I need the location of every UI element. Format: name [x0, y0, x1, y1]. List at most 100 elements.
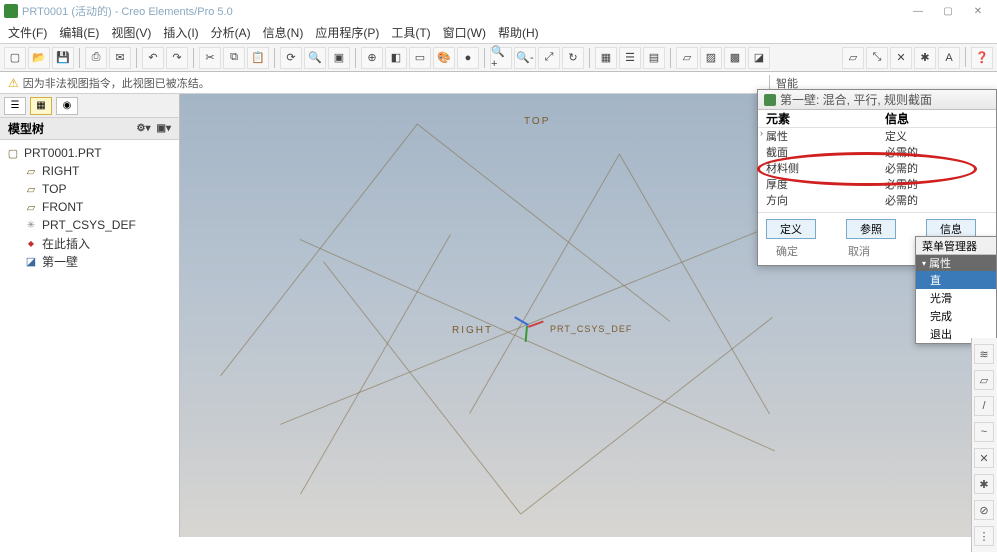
saved-view-button[interactable]: ▦ — [595, 47, 617, 69]
zoom-out-button[interactable]: 🔍- — [514, 47, 536, 69]
model-tree-panel: ☰ ▦ ◉ 模型树 ⚙▾ ▣▾ ▢PRT0001.PRT ▱RIGHT ▱TOP… — [0, 94, 180, 537]
tree-tab-1[interactable]: ☰ — [4, 97, 26, 115]
dialog-row-thickness[interactable]: 厚度必需的 — [758, 176, 996, 192]
print-button[interactable]: ⎙ — [85, 47, 107, 69]
regen-button[interactable]: ⟳ — [280, 47, 302, 69]
menu-app[interactable]: 应用程序(P) — [313, 24, 381, 41]
undo-button[interactable]: ↶ — [142, 47, 164, 69]
tree-header: 模型树 ⚙▾ ▣▾ — [0, 118, 179, 140]
model-tree[interactable]: ▢PRT0001.PRT ▱RIGHT ▱TOP ▱FRONT ✳PRT_CSY… — [0, 140, 179, 537]
titlebar: PRT0001 (活动的) - Creo Elements/Pro 5.0 — … — [0, 0, 997, 22]
refit-button[interactable]: ⤢ — [538, 47, 560, 69]
menu-tools[interactable]: 工具(T) — [389, 24, 432, 41]
menu-analysis[interactable]: 分析(A) — [209, 24, 253, 41]
mail-button[interactable]: ✉ — [109, 47, 131, 69]
dialog-titlebar[interactable]: 第一壁: 混合, 平行, 规则截面 — [758, 90, 996, 110]
copy-button[interactable]: ⧉ — [223, 47, 245, 69]
dialog-row-section[interactable]: 截面必需的 — [758, 144, 996, 160]
menu-item-straight[interactable]: 直 — [916, 271, 996, 289]
maximize-button[interactable]: ▢ — [933, 1, 963, 21]
side-tool-1[interactable]: ▱ — [974, 370, 994, 390]
top-plane-label: TOP — [524, 116, 550, 127]
menu-view[interactable]: 视图(V) — [109, 24, 153, 41]
dialog-row-matside[interactable]: 材料侧必需的 — [758, 160, 996, 176]
dialog-row-attr[interactable]: ›属性定义 — [758, 128, 996, 144]
annotate-button[interactable]: A — [938, 47, 960, 69]
ok-label: 确定 — [766, 243, 808, 259]
help-button[interactable]: ❓ — [971, 47, 993, 69]
appearance-button[interactable]: 🎨 — [433, 47, 455, 69]
datum-plane-button[interactable]: ▱ — [842, 47, 864, 69]
datum-csys-button[interactable]: ✱ — [914, 47, 936, 69]
menu-info[interactable]: 信息(N) — [261, 24, 306, 41]
side-tool-6[interactable]: ⊘ — [974, 500, 994, 520]
menu-file[interactable]: 文件(F) — [6, 24, 49, 41]
tree-node-insert[interactable]: ◆在此插入 — [6, 234, 173, 252]
zoom-in-button[interactable]: 🔍+ — [490, 47, 512, 69]
tree-settings-icon[interactable]: ⚙▾ — [137, 123, 151, 134]
side-tool-4[interactable]: ✕ — [974, 448, 994, 468]
warning-icon: ⚠ — [8, 76, 19, 90]
toolbar: ▢ 📂 💾 ⎙ ✉ ↶ ↷ ✂ ⧉ 📋 ⟳ 🔍 ▣ ⊕ ◧ ▭ 🎨 ● 🔍+ 🔍… — [0, 44, 997, 72]
orient-button[interactable]: ◧ — [385, 47, 407, 69]
menu-window[interactable]: 窗口(W) — [441, 24, 488, 41]
tree-tab-2[interactable]: ▦ — [30, 97, 52, 115]
side-tool-7[interactable]: ⋮ — [974, 526, 994, 546]
define-button[interactable]: 定义 — [766, 219, 816, 239]
dialog-icon — [764, 94, 776, 106]
wireframe-button[interactable]: ▱ — [676, 47, 698, 69]
view-button[interactable]: ▭ — [409, 47, 431, 69]
datum-axis-button[interactable]: ⤡ — [866, 47, 888, 69]
side-tool-3[interactable]: ~ — [974, 422, 994, 442]
tree-node-right[interactable]: ▱RIGHT — [6, 162, 173, 180]
hidden-button[interactable]: ▨ — [700, 47, 722, 69]
datum-point-button[interactable]: ✕ — [890, 47, 912, 69]
right-plane-label: RIGHT — [452, 325, 493, 336]
menu-edit[interactable]: 编辑(E) — [57, 24, 101, 41]
message-text: 因为非法视图指令，此视图已被冻结。 — [23, 75, 210, 91]
save-button[interactable]: 💾 — [52, 47, 74, 69]
menu-manager-title[interactable]: 菜单管理器 — [916, 237, 996, 255]
new-button[interactable]: ▢ — [4, 47, 26, 69]
tree-title: 模型树 — [8, 120, 44, 137]
tree-tab-3[interactable]: ◉ — [56, 97, 78, 115]
reference-button[interactable]: 参照 — [846, 219, 896, 239]
side-tool-2[interactable]: / — [974, 396, 994, 416]
app-icon — [4, 4, 18, 18]
close-button[interactable]: ✕ — [963, 1, 993, 21]
tree-node-top[interactable]: ▱TOP — [6, 180, 173, 198]
reorient-button[interactable]: ↻ — [562, 47, 584, 69]
menu-insert[interactable]: 插入(I) — [161, 24, 200, 41]
shade-button[interactable]: ◪ — [748, 47, 770, 69]
minimize-button[interactable]: — — [903, 1, 933, 21]
menu-item-smooth[interactable]: 光滑 — [916, 289, 996, 307]
dialog-title: 第一壁: 混合, 平行, 规则截面 — [780, 91, 932, 108]
window-title: PRT0001 (活动的) - Creo Elements/Pro 5.0 — [22, 3, 233, 19]
menu-manager-section[interactable]: 属性 — [916, 255, 996, 271]
side-tool-0[interactable]: ≋ — [974, 344, 994, 364]
menu-help[interactable]: 帮助(H) — [496, 24, 541, 41]
dialog-row-direction[interactable]: 方向必需的 — [758, 192, 996, 208]
tree-toolbar: ☰ ▦ ◉ — [0, 94, 179, 118]
view-mgr-button[interactable]: ▤ — [643, 47, 665, 69]
tree-node-front[interactable]: ▱FRONT — [6, 198, 173, 216]
dialog-col-element: 元素 — [758, 110, 877, 127]
style-button[interactable]: ● — [457, 47, 479, 69]
tree-node-feature[interactable]: ◪第一壁 — [6, 252, 173, 270]
layer-button[interactable]: ☰ — [619, 47, 641, 69]
side-tool-5[interactable]: ✱ — [974, 474, 994, 494]
menu-item-done[interactable]: 完成 — [916, 307, 996, 325]
open-button[interactable]: 📂 — [28, 47, 50, 69]
search-button[interactable]: 🔍 — [304, 47, 326, 69]
tree-root[interactable]: ▢PRT0001.PRT — [6, 144, 173, 162]
menubar: 文件(F) 编辑(E) 视图(V) 插入(I) 分析(A) 信息(N) 应用程序… — [0, 22, 997, 44]
paste-button[interactable]: 📋 — [247, 47, 269, 69]
tree-show-icon[interactable]: ▣▾ — [157, 123, 171, 134]
spin-center-button[interactable]: ⊕ — [361, 47, 383, 69]
tree-node-csys[interactable]: ✳PRT_CSYS_DEF — [6, 216, 173, 234]
select-button[interactable]: ▣ — [328, 47, 350, 69]
cut-button[interactable]: ✂ — [199, 47, 221, 69]
nohidden-button[interactable]: ▩ — [724, 47, 746, 69]
cancel-label: 取消 — [838, 243, 880, 259]
redo-button[interactable]: ↷ — [166, 47, 188, 69]
